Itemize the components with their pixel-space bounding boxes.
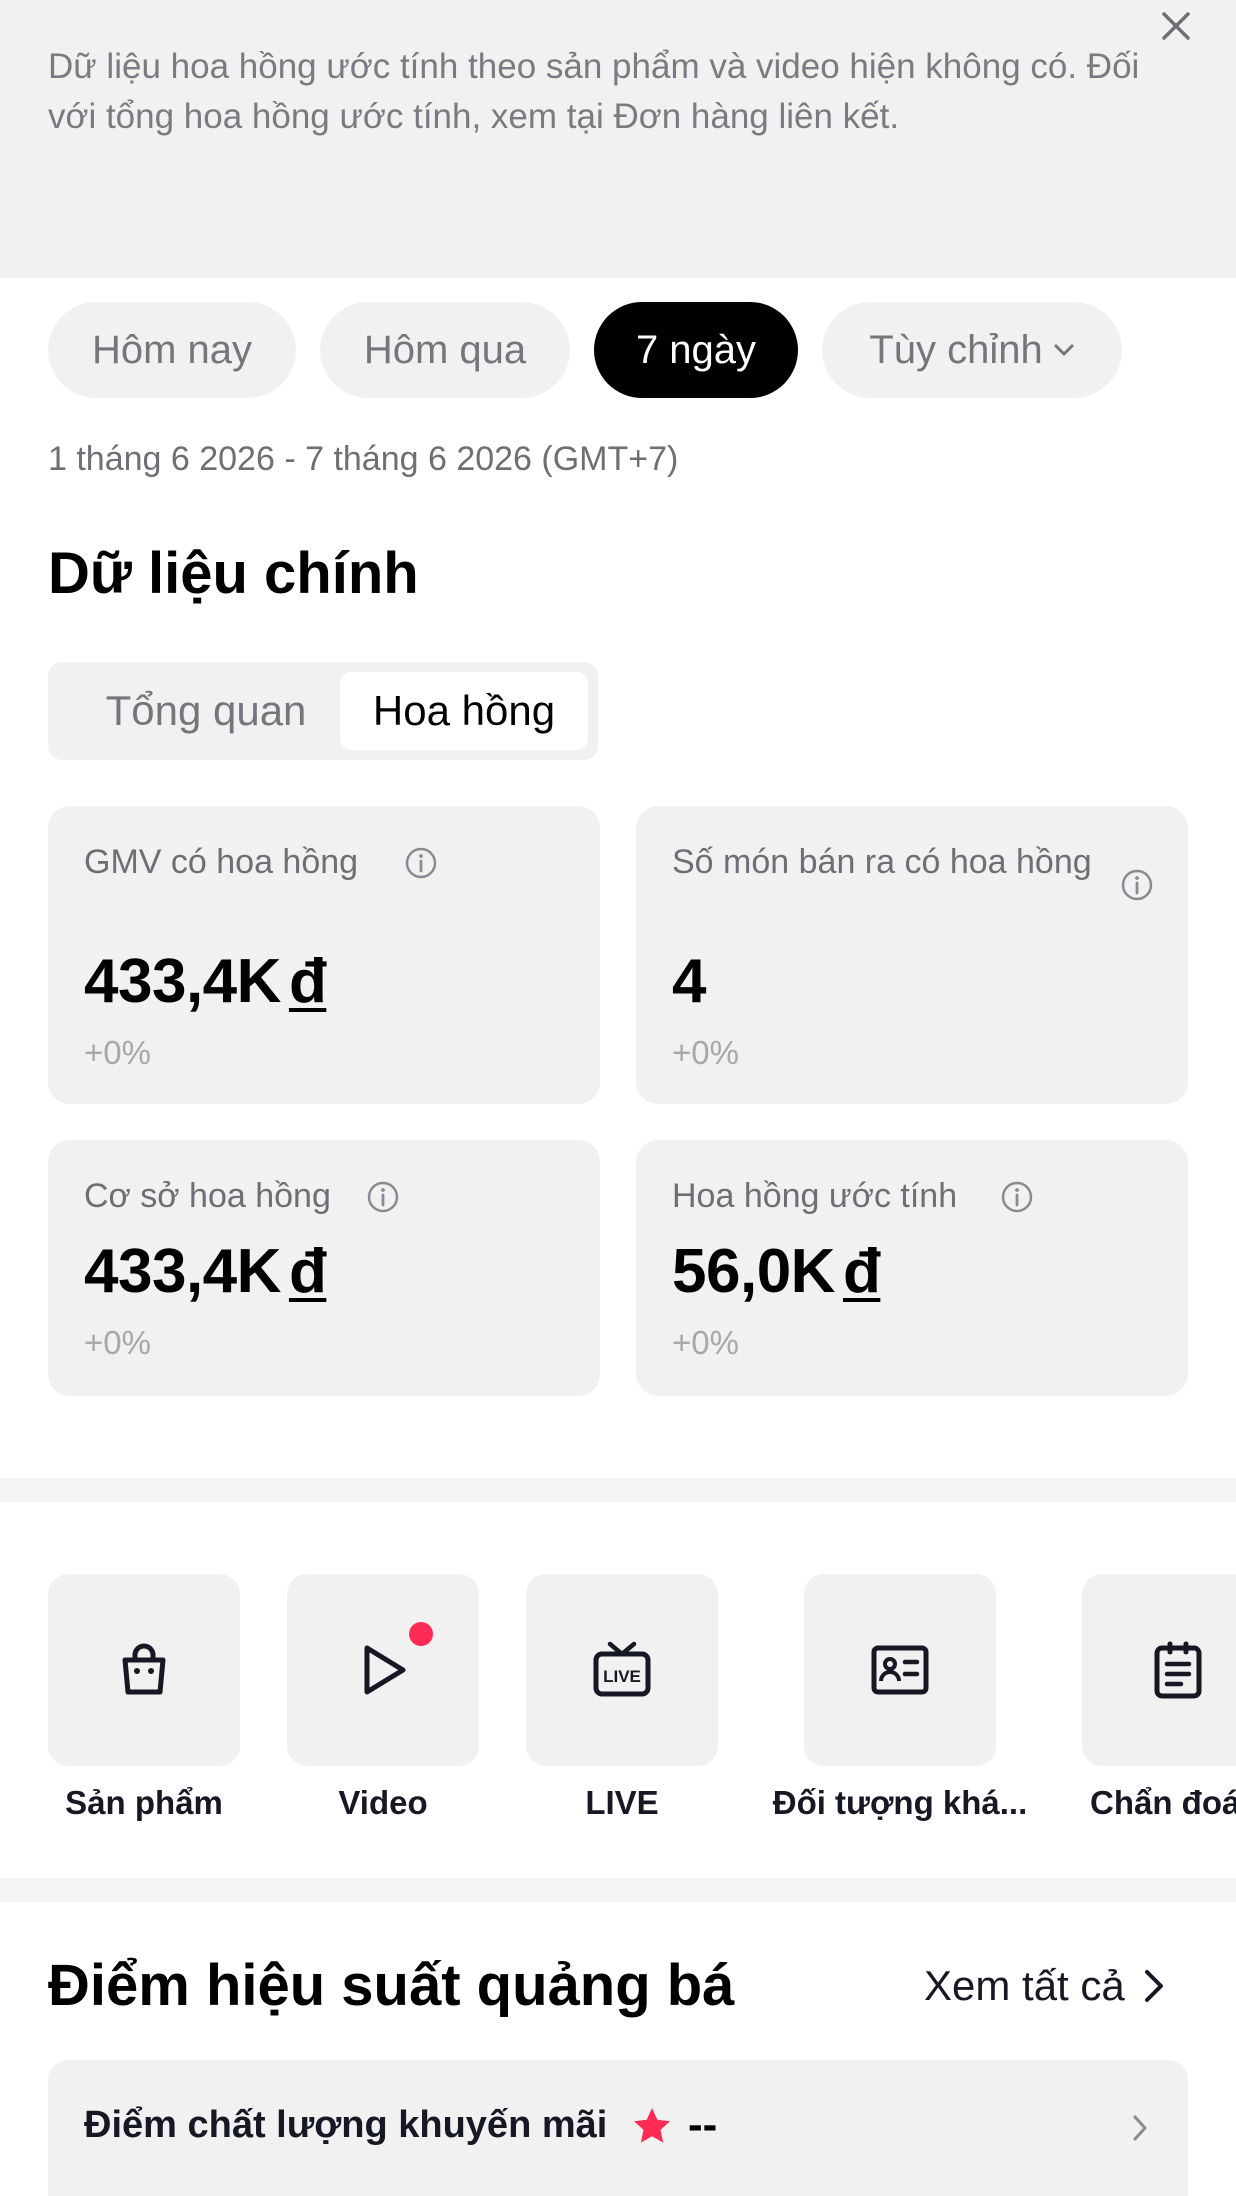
banner-text: Dữ liệu hoa hồng ước tính theo sản phẩm … [48, 47, 1140, 136]
quick-access-label: Chẩn đoá [1090, 1784, 1236, 1821]
quick-access-label: LIVE [585, 1784, 659, 1821]
quick-access-tile [804, 1574, 996, 1766]
chevron-right-icon [1144, 1970, 1163, 2002]
tab-7-days[interactable]: 7 ngày [594, 302, 798, 398]
score-value: -- [688, 2100, 718, 2149]
segment-commission[interactable]: Hoa hồng [340, 672, 588, 750]
metric-label: Cơ sở hoa hồng [84, 1177, 331, 1215]
currency-symbol: đ [288, 947, 327, 1016]
metric-card-gmv[interactable]: GMV có hoa hồng 433,4K đ +0% [48, 806, 600, 1104]
metric-value-number: 56,0K [672, 1237, 835, 1306]
metric-segment-control: Tổng quan Hoa hồng [48, 662, 598, 760]
metric-label: Hoa hồng ước tính [672, 1177, 958, 1215]
tab-yesterday-label: Hôm qua [363, 327, 527, 372]
play-icon [364, 1645, 406, 1695]
segment-overview[interactable]: Tổng quan [58, 672, 354, 750]
metric-change: +0% [84, 1324, 151, 1361]
metric-value: 433,4K đ [84, 946, 327, 1017]
tab-7-days-label: 7 ngày [635, 327, 757, 372]
chevron-right-icon[interactable] [1132, 2114, 1148, 2142]
clipboard-icon [1154, 1641, 1202, 1699]
tab-custom-label: Tùy chỉnh [869, 327, 1043, 372]
tab-yesterday[interactable]: Hôm qua [320, 302, 570, 398]
section-divider [0, 1878, 1236, 1902]
quick-access-label: Đối tượng khá... [772, 1784, 1028, 1821]
metric-value-number: 4 [672, 947, 706, 1016]
info-icon[interactable] [366, 1180, 400, 1214]
quick-access-tile [1082, 1574, 1236, 1766]
currency-symbol: đ [288, 1237, 327, 1306]
id-card-icon [871, 1645, 929, 1695]
quick-access-label: Sản phẩm [65, 1784, 223, 1821]
promotion-quality-score-row[interactable]: Điểm chất lượng khuyến mãi -- [48, 2060, 1188, 2196]
currency-symbol: đ [842, 1237, 881, 1306]
star-icon [634, 2108, 670, 2143]
notification-dot [409, 1622, 433, 1646]
quick-access-audience[interactable]: Đối tượng khá... [773, 1574, 1027, 1821]
metric-value-number: 433,4K [84, 1237, 281, 1306]
metric-card-estimated-commission[interactable]: Hoa hồng ước tính 56,0K đ +0% [636, 1140, 1188, 1396]
info-icon[interactable] [404, 846, 438, 880]
quick-access-label: Video [338, 1784, 428, 1821]
metric-label: GMV có hoa hồng [84, 843, 359, 881]
metric-change: +0% [672, 1034, 739, 1071]
quick-access-live[interactable]: LIVE LIVE [526, 1574, 718, 1821]
close-icon[interactable] [1156, 6, 1196, 46]
svg-text:LIVE: LIVE [603, 1667, 641, 1686]
chevron-down-icon [1054, 344, 1074, 356]
metric-label: Số món bán ra có hoa hồng [672, 843, 1092, 881]
metric-card-items-sold[interactable]: Số món bán ra có hoa hồng 4 +0% [636, 806, 1188, 1104]
quick-access-products[interactable]: Sản phẩm [48, 1574, 240, 1821]
quick-access-tile: LIVE [526, 1574, 718, 1766]
metric-card-commission-base[interactable]: Cơ sở hoa hồng 433,4K đ +0% [48, 1140, 600, 1396]
quick-access-tile [48, 1574, 240, 1766]
tab-custom[interactable]: Tùy chỉnh [822, 302, 1122, 398]
metric-value: 433,4K đ [84, 1236, 327, 1307]
info-banner: Dữ liệu hoa hồng ước tính theo sản phẩm … [0, 0, 1236, 278]
metric-value: 56,0K đ [672, 1236, 881, 1307]
see-all-link[interactable]: Xem tất cả [924, 1962, 1165, 2010]
score-label: Điểm chất lượng khuyến mãi [84, 2104, 608, 2146]
quick-access-video[interactable]: Video [287, 1574, 479, 1821]
date-range-text: 1 tháng 6 2026 - 7 tháng 6 2026 (GMT+7) [48, 440, 679, 478]
metric-change: +0% [672, 1324, 739, 1361]
metric-value-number: 433,4K [84, 947, 281, 1016]
info-icon[interactable] [1120, 868, 1154, 902]
quick-access-tile [287, 1574, 479, 1766]
info-icon[interactable] [1000, 1180, 1034, 1214]
see-all-label: Xem tất cả [924, 1962, 1125, 2009]
metric-value: 4 [672, 946, 706, 1017]
tab-today[interactable]: Hôm nay [48, 302, 296, 398]
section-divider [0, 1478, 1236, 1502]
tab-today-label: Hôm nay [91, 327, 253, 372]
date-range-tabs: Hôm nay Hôm qua 7 ngày Tùy chỉnh [48, 302, 1122, 398]
metric-change: +0% [84, 1034, 151, 1071]
page-title: Dữ liệu chính [48, 541, 419, 606]
live-tv-icon: LIVE [593, 1641, 651, 1697]
performance-title: Điểm hiệu suất quảng bá [48, 1953, 735, 2018]
shopping-bag-icon [122, 1643, 166, 1695]
quick-access-diagnosis[interactable]: Chẩn đoá [1082, 1574, 1236, 1821]
